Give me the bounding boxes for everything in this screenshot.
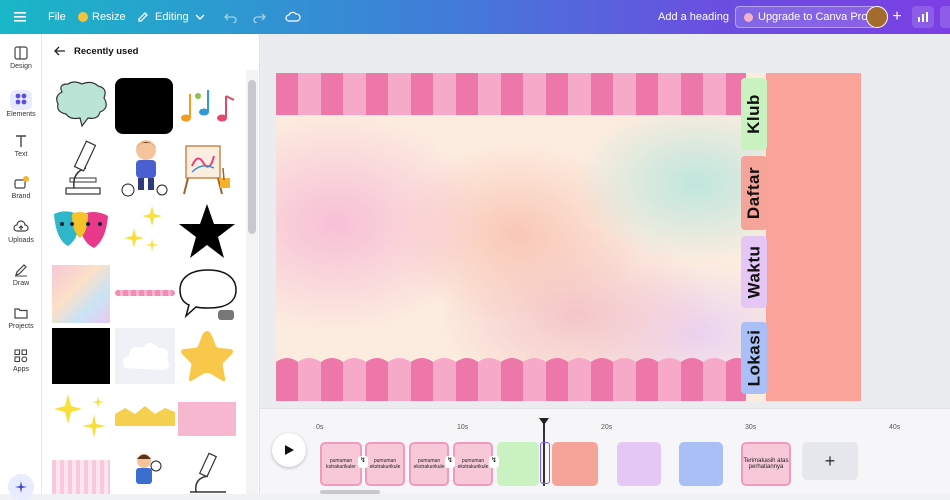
timeline-tick: 20s (601, 424, 613, 431)
panel-header: Recently used (54, 44, 138, 58)
timeline-clip[interactable]: Terimakasih atas perhatiannya (741, 442, 791, 486)
top-awning-scallops (276, 103, 746, 117)
pink-paper-element[interactable] (178, 402, 236, 436)
play-icon (285, 445, 294, 455)
undo-button[interactable] (224, 0, 238, 34)
timeline-clip[interactable] (497, 442, 539, 486)
undo-icon (224, 13, 237, 23)
back-arrow-icon[interactable] (54, 46, 66, 56)
folder-icon (14, 308, 28, 319)
microscope-element[interactable] (52, 138, 110, 198)
file-menu[interactable]: File (48, 0, 66, 34)
transition-icon[interactable]: ↯ (489, 456, 499, 468)
transition-icon[interactable]: ↯ (358, 456, 368, 468)
tab-klub[interactable]: Klub (741, 78, 767, 150)
yellow-star-element[interactable] (178, 328, 236, 384)
music-notes-element[interactable] (178, 84, 236, 128)
transition-icon[interactable]: ↯ (445, 456, 455, 468)
boy-soccer-element[interactable] (126, 452, 164, 494)
avatar[interactable] (866, 6, 888, 28)
add-page-button[interactable]: + (802, 442, 858, 480)
pink-border-element[interactable] (115, 290, 175, 296)
pink-gingham-element[interactable] (52, 460, 110, 494)
yellow-sparkles-element[interactable] (52, 392, 110, 444)
cloud-check-icon (285, 11, 301, 22)
magic-button[interactable] (8, 474, 34, 500)
timeline-clip[interactable]: pumuman ekstrakurikule (365, 442, 405, 486)
rail-item-draw[interactable]: Draw (0, 263, 42, 303)
rail-item-text[interactable]: Text (0, 134, 42, 174)
timeline-clip[interactable] (617, 442, 661, 486)
rail-item-uploads[interactable]: Uploads (0, 220, 42, 260)
insights-button[interactable] (912, 6, 934, 28)
painting-easel-element[interactable] (178, 142, 236, 196)
pencil-icon (138, 12, 148, 22)
playhead-selection (540, 442, 550, 484)
black-square-element[interactable] (52, 328, 110, 384)
apps-icon (14, 349, 28, 363)
bottom-awning (276, 367, 746, 401)
layout-icon (14, 46, 28, 60)
rail-item-projects[interactable]: Projects (0, 306, 42, 346)
timeline-clip[interactable]: pumuman ekstrakurikule (409, 442, 449, 486)
timeline-tick: 30s (745, 424, 757, 431)
bar-chart-icon (918, 12, 928, 22)
timeline-tick: 40s (889, 424, 901, 431)
editing-mode-button[interactable]: Editing (137, 0, 205, 34)
pen-icon (15, 264, 27, 277)
tab-lokasi[interactable]: Lokasi (741, 322, 767, 394)
timeline-tick: 0s (316, 424, 324, 431)
speech-bubble-element[interactable] (178, 268, 238, 322)
shapes-icon (15, 93, 27, 104)
panel-scrollbar[interactable] (248, 80, 256, 234)
speech-bubble-cloud-element[interactable] (52, 80, 110, 128)
left-rail: Design Elements Text Brand Uploads Draw … (0, 34, 42, 500)
sparkles-element[interactable] (122, 206, 166, 258)
sparkle-icon (15, 481, 27, 493)
top-bar: File Resize Editing Add a heading Upgrad… (0, 0, 950, 34)
rail-item-apps[interactable]: Apps (0, 349, 42, 389)
tab-daftar[interactable]: Daftar (741, 156, 767, 230)
cloud-save-button[interactable] (285, 0, 301, 34)
rail-item-elements[interactable]: Elements (0, 90, 42, 130)
microscope-outline-element[interactable] (186, 452, 230, 494)
timeline-tick: 10s (457, 424, 469, 431)
add-heading-button[interactable]: Add a heading (658, 0, 729, 34)
timeline-clip[interactable]: pumuman ekstrakurikule (453, 442, 493, 486)
black-rounded-square-element[interactable] (115, 78, 173, 134)
crown-icon (744, 12, 753, 22)
rail-item-brand[interactable]: Brand (0, 176, 42, 216)
resize-button[interactable]: Resize (78, 0, 126, 34)
timeline-scrollbar[interactable] (320, 490, 380, 494)
menu-icon[interactable] (14, 0, 28, 34)
timeline-clip[interactable] (552, 442, 598, 486)
theater-masks-element[interactable] (50, 204, 112, 256)
boy-with-ball-element[interactable] (120, 138, 170, 198)
cloud-upload-icon (13, 220, 29, 232)
yellow-wave-element[interactable] (115, 404, 175, 428)
timeline-clip[interactable]: pumuman kstrakurikuler (320, 442, 362, 486)
crown-icon (78, 12, 88, 22)
text-icon (16, 135, 26, 147)
cloud-element[interactable] (115, 328, 175, 384)
side-panel (766, 73, 861, 401)
redo-button[interactable] (252, 0, 266, 34)
rail-item-design[interactable]: Design (0, 46, 42, 86)
watercolor-texture-element[interactable] (52, 265, 110, 323)
add-collaborator-button[interactable]: + (888, 6, 906, 28)
brand-icon (14, 176, 29, 189)
tab-waktu[interactable]: Waktu (741, 236, 767, 308)
redo-icon (253, 13, 266, 23)
timeline-clip[interactable] (679, 442, 723, 486)
share-button[interactable] (940, 6, 950, 28)
chevron-down-icon (195, 14, 205, 20)
star-element[interactable] (178, 203, 236, 259)
upgrade-button[interactable]: Upgrade to Canva Pro (735, 6, 877, 28)
design-page[interactable] (276, 73, 861, 401)
bottom-awning-scallops (276, 356, 746, 370)
play-button[interactable] (272, 433, 306, 467)
